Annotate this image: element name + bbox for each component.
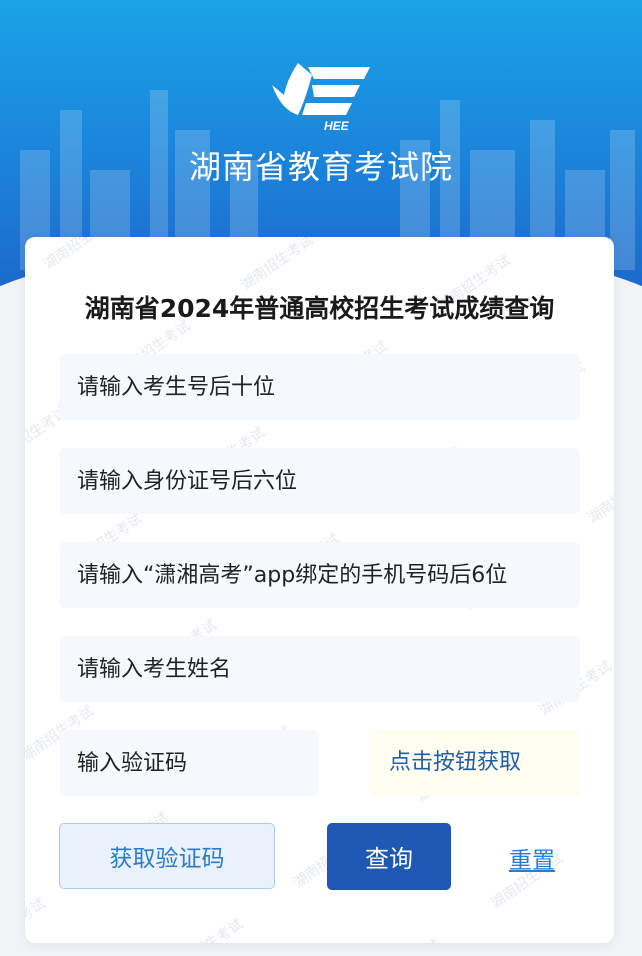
query-button[interactable]: 查询 — [327, 823, 451, 890]
captcha-input[interactable] — [59, 730, 319, 796]
reset-link[interactable]: 重置 — [509, 841, 555, 875]
query-card: 湖南招生考试 湖南省2024年普通高校招生考试成绩查询 点击按钮获取 获取验证码… — [25, 237, 614, 943]
get-captcha-button[interactable]: 获取验证码 — [59, 823, 275, 889]
org-name: 湖南省教育考试院 — [188, 148, 453, 186]
logo-text: HEE — [324, 119, 350, 133]
page: HEE 湖南省教育考试院 湖南招生考试 湖南省2024年普通高校招生考试成绩查询… — [0, 0, 642, 956]
student-name-input[interactable] — [59, 636, 580, 702]
hee-logo-icon: HEE — [272, 63, 370, 133]
id-card-input[interactable] — [59, 448, 580, 514]
exam-number-input[interactable] — [59, 354, 580, 420]
page-title: 湖南省2024年普通高校招生考试成绩查询 — [84, 294, 555, 323]
captcha-image-area[interactable]: 点击按钮获取 — [372, 730, 580, 796]
phone-input[interactable] — [59, 542, 580, 608]
